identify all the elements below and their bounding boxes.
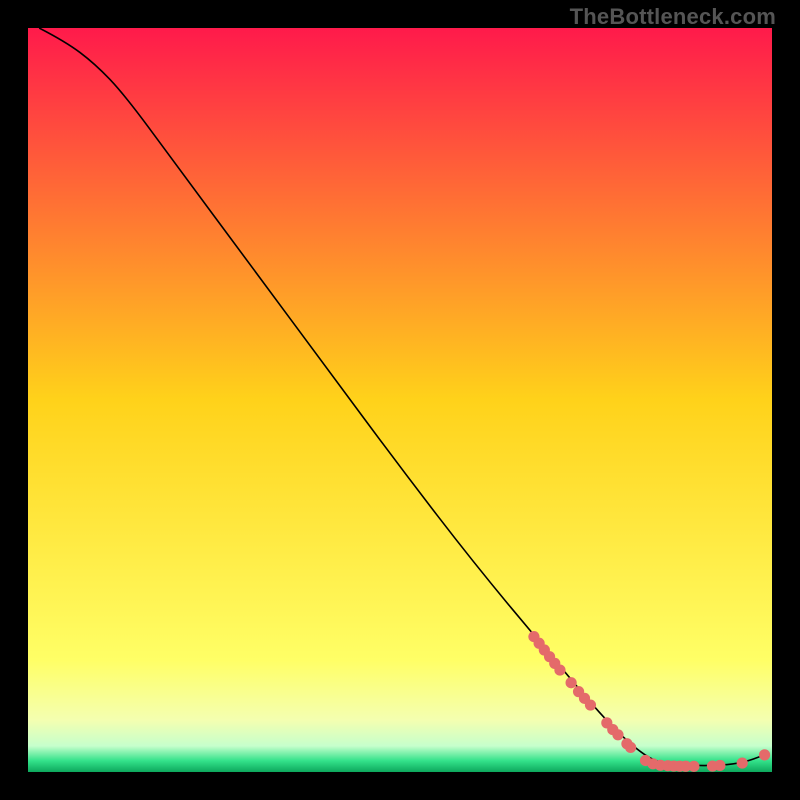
data-marker — [688, 761, 699, 772]
data-marker — [554, 664, 565, 675]
watermark-label: TheBottleneck.com — [570, 4, 776, 30]
data-marker — [625, 742, 636, 753]
data-marker — [585, 699, 596, 710]
data-marker — [714, 760, 725, 771]
heat-gradient-background — [28, 28, 772, 772]
data-marker — [612, 729, 623, 740]
chart-stage: TheBottleneck.com — [0, 0, 800, 800]
data-marker — [737, 757, 748, 768]
chart-svg — [28, 28, 772, 772]
data-marker — [566, 677, 577, 688]
plot-area — [28, 28, 772, 772]
data-marker — [759, 749, 770, 760]
